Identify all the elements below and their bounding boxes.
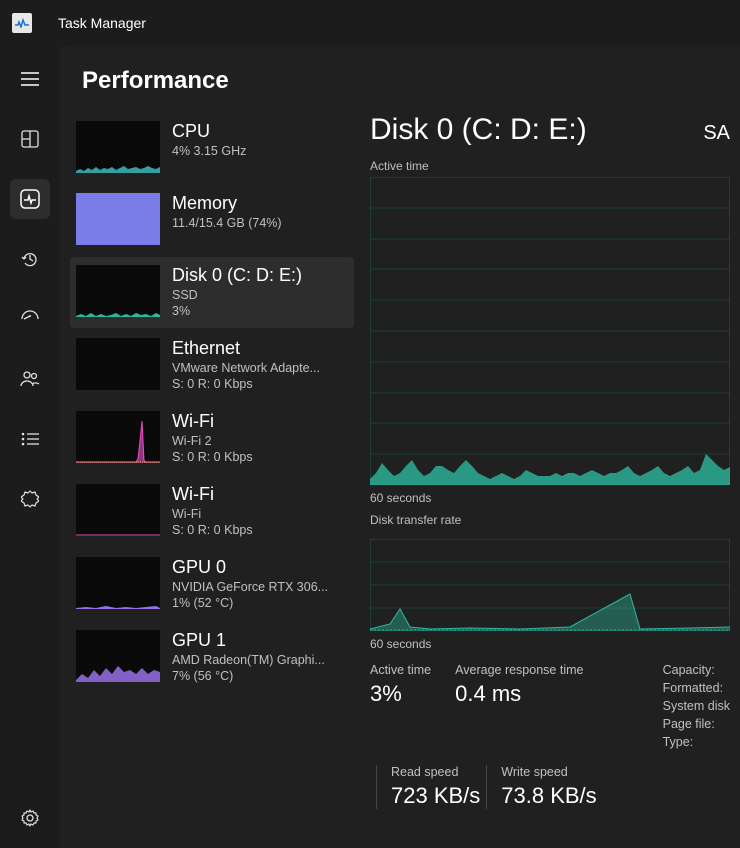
navbar [0, 45, 60, 848]
stat-active-time: Active time 3% [370, 663, 431, 707]
sidebar-item-wifi[interactable]: Wi-Fi Wi-Fi S: 0 R: 0 Kbps [70, 476, 354, 547]
cpu-thumb [76, 121, 160, 173]
item-title: Ethernet [172, 338, 348, 359]
stat-write-speed: Write speed 73.8 KB/s [486, 765, 596, 809]
item-sub: AMD Radeon(TM) Graphi... [172, 653, 348, 667]
prop-formatted: Formatted: [663, 681, 730, 695]
stat-value: 0.4 ms [455, 681, 583, 707]
detail-title: Disk 0 (C: D: E:) [370, 113, 587, 147]
sidebar-item-disk0[interactable]: Disk 0 (C: D: E:) SSD 3% [70, 257, 354, 328]
chart1-label: Active time [370, 159, 730, 173]
detail-panel: Disk 0 (C: D: E:) SA Active time [360, 113, 740, 848]
disk-thumb [76, 265, 160, 317]
item-title: GPU 1 [172, 630, 348, 651]
item-sub2: 1% (52 °C) [172, 596, 348, 610]
prop-page-file: Page file: [663, 717, 730, 731]
hamburger-menu-icon[interactable] [10, 59, 50, 99]
stat-label: Write speed [501, 765, 596, 779]
item-title: CPU [172, 121, 348, 142]
item-title: Wi-Fi [172, 484, 348, 505]
chart2-label: Disk transfer rate [370, 513, 730, 527]
page-title: Performance [60, 55, 740, 113]
stats-row: Active time 3% Average response time 0.4… [370, 663, 730, 749]
memory-thumb [76, 193, 160, 245]
titlebar: Task Manager [0, 0, 740, 45]
chart-active-time [370, 177, 730, 485]
sidebar-item-memory[interactable]: Memory 11.4/15.4 GB (74%) [70, 185, 354, 255]
time-label-2: 60 seconds [370, 637, 730, 651]
item-sub: SSD [172, 288, 348, 302]
item-sub2: S: 0 R: 0 Kbps [172, 523, 348, 537]
ethernet-thumb [76, 338, 160, 390]
sidebar-item-wifi2[interactable]: Wi-Fi Wi-Fi 2 S: 0 R: 0 Kbps [70, 403, 354, 474]
item-sub: VMware Network Adapte... [172, 361, 348, 375]
item-sub2: S: 0 R: 0 Kbps [172, 450, 348, 464]
app-icon [12, 13, 32, 33]
item-title: Wi-Fi [172, 411, 348, 432]
item-sub2: 3% [172, 304, 348, 318]
prop-system-disk: System disk [663, 699, 730, 713]
item-sub: 11.4/15.4 GB (74%) [172, 216, 348, 230]
wifi-thumb [76, 484, 160, 536]
item-sub: NVIDIA GeForce RTX 306... [172, 580, 348, 594]
app-title: Task Manager [58, 15, 146, 31]
nav-users-icon[interactable] [10, 359, 50, 399]
stat-value: 73.8 KB/s [501, 783, 596, 809]
nav-performance-icon[interactable] [10, 179, 50, 219]
nav-app-history-icon[interactable] [10, 239, 50, 279]
stat-value: 723 KB/s [391, 783, 480, 809]
gpu1-thumb [76, 630, 160, 682]
nav-details-icon[interactable] [10, 419, 50, 459]
detail-model: SA [703, 122, 730, 145]
stat-value: 3% [370, 681, 431, 707]
stat-label: Active time [370, 663, 431, 677]
time-label-1: 60 seconds [370, 491, 730, 505]
prop-capacity: Capacity: [663, 663, 730, 677]
chart-transfer-rate [370, 539, 730, 631]
item-sub2: S: 0 R: 0 Kbps [172, 377, 348, 391]
nav-services-icon[interactable] [10, 479, 50, 519]
item-title: Memory [172, 193, 348, 214]
nav-processes-icon[interactable] [10, 119, 50, 159]
sidebar-item-ethernet[interactable]: Ethernet VMware Network Adapte... S: 0 R… [70, 330, 354, 401]
stat-avg-response: Average response time 0.4 ms [455, 663, 583, 707]
stat-label: Average response time [455, 663, 583, 677]
item-title: Disk 0 (C: D: E:) [172, 265, 348, 286]
gpu0-thumb [76, 557, 160, 609]
item-sub2: 7% (56 °C) [172, 669, 348, 683]
item-sub: 4% 3.15 GHz [172, 144, 348, 158]
sidebar-item-gpu0[interactable]: GPU 0 NVIDIA GeForce RTX 306... 1% (52 °… [70, 549, 354, 620]
content-panel: Performance CPU 4% 3.15 GHz Memory [60, 45, 740, 848]
stat-label: Read speed [391, 765, 480, 779]
sidebar-item-gpu1[interactable]: GPU 1 AMD Radeon(TM) Graphi... 7% (56 °C… [70, 622, 354, 693]
disk-properties: Capacity: Formatted: System disk Page fi… [663, 663, 730, 749]
sidebar-item-cpu[interactable]: CPU 4% 3.15 GHz [70, 113, 354, 183]
nav-settings-icon[interactable] [10, 798, 50, 838]
prop-type: Type: [663, 735, 730, 749]
item-title: GPU 0 [172, 557, 348, 578]
performance-sidebar: CPU 4% 3.15 GHz Memory 11.4/15.4 GB (74%… [60, 113, 360, 848]
nav-startup-apps-icon[interactable] [10, 299, 50, 339]
item-sub: Wi-Fi 2 [172, 434, 348, 448]
stat-read-speed: Read speed 723 KB/s [376, 765, 480, 809]
wifi-thumb [76, 411, 160, 463]
item-sub: Wi-Fi [172, 507, 348, 521]
